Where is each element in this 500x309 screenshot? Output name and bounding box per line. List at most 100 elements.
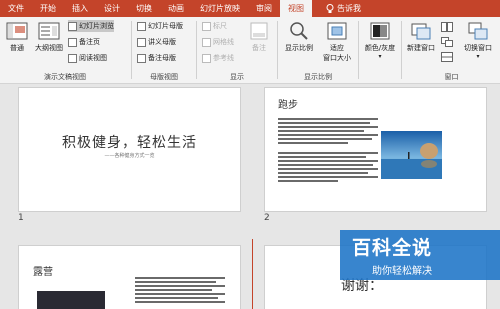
tab-design[interactable]: 设计 (96, 0, 128, 17)
handout-master-label: 讲义母版 (148, 38, 176, 46)
slide-master-button[interactable]: 幻灯片母版 (137, 20, 183, 32)
ribbon-separator (358, 21, 359, 79)
group-show-label: 显示 (230, 73, 244, 81)
slide-thumbnail-1[interactable]: 积极健身，轻松生活 ——各种健身方式一览 (18, 87, 241, 212)
notes-master-label: 备注母版 (148, 54, 176, 62)
ruler-checkbox[interactable]: 标尺 (202, 20, 227, 32)
fit-window-label: 适应 窗口大小 (323, 44, 351, 62)
notes-page-label: 备注页 (79, 38, 100, 46)
notes-page-icon (68, 37, 77, 47)
slide-sorter-icon (68, 21, 77, 31)
notes-icon (250, 22, 268, 40)
normal-view-button[interactable]: 普通 (2, 21, 32, 53)
insertion-marker (252, 239, 253, 309)
normal-view-icon (6, 22, 28, 40)
slide-number-1: 1 (18, 213, 24, 223)
chevron-down-icon: ▾ (476, 53, 480, 60)
watermark-title: 百科全说 (352, 237, 433, 259)
tell-me-search[interactable]: 告诉我 (318, 0, 369, 17)
reading-view-icon (68, 53, 77, 63)
group-window-label: 窗口 (444, 73, 459, 81)
group-show: 标尺 网格线 参考线 备注 显示 (198, 17, 276, 83)
fit-to-window-button[interactable]: 适应 窗口大小 (319, 21, 355, 63)
tab-insert[interactable]: 插入 (64, 0, 96, 17)
ribbon-separator (131, 21, 132, 79)
gridlines-checkbox[interactable]: 网格线 (202, 36, 234, 48)
ribbon-separator (401, 21, 402, 79)
group-color: 颜色/灰度 ▾ (360, 17, 400, 83)
outline-view-button[interactable]: 大纲视图 (32, 21, 66, 53)
tab-slideshow[interactable]: 幻灯片放映 (192, 0, 248, 17)
tab-review[interactable]: 审阅 (248, 0, 280, 17)
color-grayscale-icon (370, 22, 390, 40)
new-window-label: 新建窗口 (407, 44, 435, 52)
gridlines-label: 网格线 (213, 38, 234, 46)
group-window: 新建窗口 切换窗口 ▾ 窗口 (403, 17, 500, 83)
tell-me-label: 告诉我 (337, 4, 361, 13)
arrange-all-icon[interactable] (441, 22, 453, 32)
new-window-icon (411, 23, 431, 40)
group-master-views: 幻灯片母版 讲义母版 备注母版 母版视图 (133, 17, 195, 83)
slide-3-body-text (135, 277, 225, 305)
tab-home[interactable]: 开始 (32, 0, 64, 17)
slide-sorter-button[interactable]: 幻灯片浏览 (68, 20, 114, 32)
slide-2-body-text (278, 118, 378, 146)
ruler-label: 标尺 (213, 22, 227, 30)
handout-master-icon (137, 37, 146, 47)
slide-sorter-label: 幻灯片浏览 (79, 22, 114, 30)
fit-window-icon (327, 22, 347, 40)
group-zoom: 显示比例 适应 窗口大小 显示比例 (279, 17, 357, 83)
notes-button[interactable]: 备注 (244, 21, 274, 53)
ribbon-tab-bar: 文件 开始 插入 设计 切换 动画 幻灯片放映 审阅 视图 告诉我 (0, 0, 500, 17)
group-master-views-label: 母版视图 (150, 73, 178, 81)
outline-view-icon (38, 22, 60, 40)
tab-transitions[interactable]: 切换 (128, 0, 160, 17)
notes-page-button[interactable]: 备注页 (68, 36, 100, 48)
ribbon-panel: 普通 大纲视图 幻灯片浏览 备注页 阅读视图 演示文稿视图 幻灯片母版 讲义母版… (0, 17, 500, 84)
slide-thumbnail-3[interactable]: 露营 (18, 245, 241, 309)
slide-thumbnail-2[interactable]: 跑步 (264, 87, 487, 212)
ribbon-separator (277, 21, 278, 79)
slide-number-2: 2 (264, 213, 270, 223)
guides-label: 参考线 (213, 54, 234, 62)
chevron-down-icon: ▾ (378, 53, 382, 60)
watermark-subtitle: 助你轻松解决 (372, 266, 432, 277)
lightbulb-icon (326, 3, 334, 13)
outline-view-label: 大纲视图 (35, 44, 63, 52)
tab-animations[interactable]: 动画 (160, 0, 192, 17)
slide-1-title: 积极健身，轻松生活 (62, 135, 197, 151)
slide-2-title: 跑步 (278, 100, 298, 111)
zoom-button[interactable]: 显示比例 (281, 21, 317, 53)
switch-windows-icon (468, 22, 488, 40)
switch-windows-label: 切换窗口 (464, 44, 492, 52)
move-split-icon[interactable] (441, 52, 453, 62)
normal-view-label: 普通 (10, 44, 24, 52)
group-presentation-views: 普通 大纲视图 幻灯片浏览 备注页 阅读视图 演示文稿视图 (0, 17, 130, 83)
tab-file[interactable]: 文件 (0, 0, 32, 17)
color-grayscale-label: 颜色/灰度 (364, 44, 396, 52)
beach-photo-image (381, 131, 442, 179)
group-presentation-views-label: 演示文稿视图 (44, 73, 86, 81)
slide-3-title: 露营 (33, 267, 53, 278)
reading-view-label: 阅读视图 (79, 54, 107, 62)
slide-2-body-text-2 (278, 152, 378, 184)
ribbon-separator (196, 21, 197, 79)
reading-view-button[interactable]: 阅读视图 (68, 52, 107, 64)
handout-master-button[interactable]: 讲义母版 (137, 36, 176, 48)
guides-checkbox[interactable]: 参考线 (202, 52, 234, 64)
notes-label: 备注 (252, 44, 266, 52)
notes-master-button[interactable]: 备注母版 (137, 52, 176, 64)
color-grayscale-button[interactable]: 颜色/灰度 ▾ (362, 21, 398, 60)
notes-master-icon (137, 53, 146, 63)
tab-view[interactable]: 视图 (280, 0, 312, 17)
slide-master-label: 幻灯片母版 (148, 22, 183, 30)
slide-1-subtitle: ——各种健身方式一览 (104, 153, 155, 159)
cascade-icon[interactable] (441, 37, 453, 47)
magnifier-icon (290, 22, 308, 40)
slide-master-icon (137, 21, 146, 31)
zoom-label: 显示比例 (285, 44, 313, 52)
new-window-button[interactable]: 新建窗口 (403, 21, 439, 53)
switch-windows-button[interactable]: 切换窗口 ▾ (459, 21, 497, 60)
group-zoom-label: 显示比例 (304, 73, 332, 81)
night-sky-image (37, 291, 105, 309)
